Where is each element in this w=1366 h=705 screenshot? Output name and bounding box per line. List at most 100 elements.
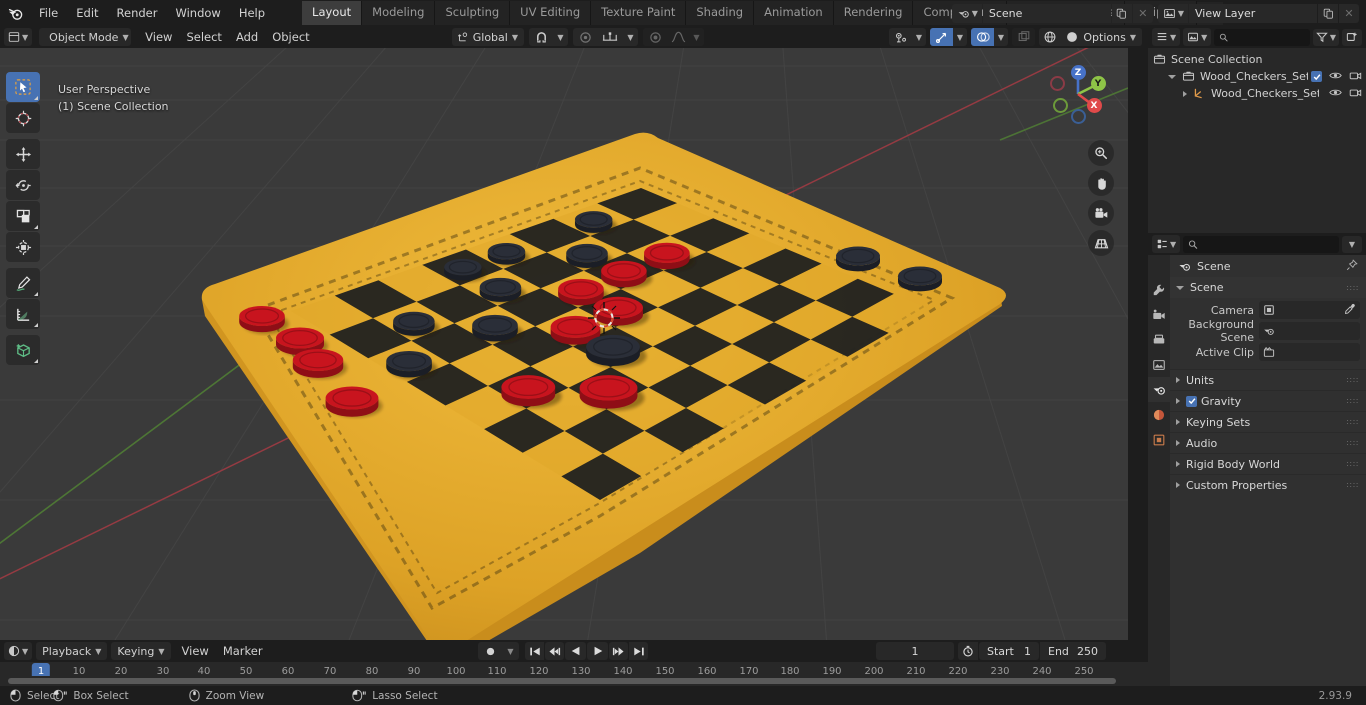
auto-keying-dropdown[interactable]: ▼ bbox=[502, 642, 519, 660]
rotate-tool[interactable] bbox=[6, 170, 40, 200]
gravity-checkbox[interactable] bbox=[1186, 395, 1197, 407]
3d-viewport[interactable]: User Perspective (1) Scene Collection Z … bbox=[0, 48, 1128, 640]
editor-type-button[interactable]: ▼ bbox=[4, 28, 33, 46]
eye-icon[interactable] bbox=[1329, 70, 1342, 84]
menu-edit[interactable]: Edit bbox=[67, 4, 107, 23]
outliner-search-input[interactable] bbox=[1214, 28, 1310, 46]
menu-render[interactable]: Render bbox=[108, 4, 167, 23]
object-tab[interactable] bbox=[1148, 427, 1170, 452]
zoom-icon[interactable] bbox=[1088, 140, 1114, 166]
snap-target-dropdown[interactable]: ▼ bbox=[623, 28, 638, 46]
object-type-visibility-button[interactable] bbox=[889, 28, 912, 46]
property-field-background-scene[interactable] bbox=[1259, 322, 1360, 340]
workspace-tab-rendering[interactable]: Rendering bbox=[833, 1, 914, 25]
viewport-menu-view[interactable]: View bbox=[138, 28, 179, 46]
outliner-editor-type-button[interactable]: ▼ bbox=[1152, 28, 1181, 46]
camera-icon[interactable] bbox=[1349, 70, 1362, 84]
view-layer-tab[interactable] bbox=[1148, 352, 1170, 377]
properties-search-input[interactable] bbox=[1183, 235, 1339, 253]
move-tool[interactable] bbox=[6, 139, 40, 169]
properties-options-dropdown[interactable]: ▼ bbox=[1342, 235, 1362, 253]
playback-dropdown[interactable]: Playback ▼ bbox=[36, 642, 108, 660]
scene-new-button[interactable] bbox=[1111, 3, 1132, 23]
viewport-menu-select[interactable]: Select bbox=[179, 28, 228, 46]
chevron-right-icon[interactable] bbox=[1176, 482, 1180, 488]
render-tab[interactable] bbox=[1148, 302, 1170, 327]
scene-unlink-button[interactable]: ✕ bbox=[1132, 3, 1153, 23]
jump-to-next-keyframe-button[interactable] bbox=[609, 642, 628, 660]
properties-search-field[interactable] bbox=[1202, 238, 1334, 250]
chevron-right-icon[interactable] bbox=[1176, 398, 1180, 404]
menu-file[interactable]: File bbox=[30, 4, 67, 23]
tweak-tool[interactable] bbox=[6, 72, 40, 102]
outliner-display-mode-button[interactable]: ▼ bbox=[1183, 28, 1212, 46]
outliner-row[interactable]: Wood_Checkers_Set_Game_F bbox=[1148, 68, 1366, 85]
timeline-menu-marker[interactable]: Marker bbox=[216, 642, 270, 660]
chevron-right-icon[interactable] bbox=[1176, 461, 1180, 467]
view-layer-unlink-button[interactable]: ✕ bbox=[1339, 3, 1359, 23]
scene-name-field[interactable]: Scene bbox=[982, 3, 1111, 23]
world-tab[interactable] bbox=[1148, 402, 1170, 427]
pin-icon[interactable] bbox=[1346, 258, 1358, 274]
frame-end-field[interactable]: End 250 bbox=[1040, 642, 1106, 660]
outliner-search-field[interactable] bbox=[1232, 31, 1305, 43]
panel-audio[interactable]: Audio:::: bbox=[1170, 432, 1366, 453]
navigation-gizmo[interactable]: Z Y X bbox=[1042, 58, 1114, 130]
workspace-tab-animation[interactable]: Animation bbox=[754, 1, 834, 25]
use-preview-range-button[interactable] bbox=[958, 642, 978, 660]
proportional-falloff-toggle[interactable] bbox=[643, 28, 667, 46]
chevron-right-icon[interactable] bbox=[1176, 419, 1180, 425]
property-field-camera[interactable] bbox=[1259, 301, 1360, 319]
panel-gravity[interactable]: Gravity:::: bbox=[1170, 390, 1366, 411]
snap-toggle-button[interactable] bbox=[529, 28, 553, 46]
gizmo-axis-neg-x[interactable] bbox=[1050, 76, 1065, 91]
snap-target-icon-wrap[interactable] bbox=[597, 28, 623, 46]
add-cube-tool[interactable] bbox=[6, 335, 40, 365]
timeline-editor-type-button[interactable]: ▼ bbox=[4, 642, 33, 660]
camera-view-icon[interactable] bbox=[1088, 200, 1114, 226]
eye-icon[interactable] bbox=[1329, 87, 1342, 101]
chevron-down-icon[interactable] bbox=[1168, 74, 1176, 79]
snap-dropdown[interactable]: ▼ bbox=[553, 28, 568, 46]
auto-keying-button[interactable] bbox=[478, 642, 502, 660]
frame-start-field[interactable]: Start 1 bbox=[979, 642, 1039, 660]
panel-rigid-body-world[interactable]: Rigid Body World:::: bbox=[1170, 453, 1366, 474]
visibility-dropdown[interactable]: ▼ bbox=[912, 28, 926, 46]
annotate-tool[interactable] bbox=[6, 268, 40, 298]
scene-panel-header[interactable]: Scene :::: bbox=[1170, 277, 1366, 298]
gizmo-axis-neg-z[interactable] bbox=[1071, 109, 1086, 124]
view-layer-new-button[interactable] bbox=[1318, 3, 1338, 23]
checkers-board-model[interactable] bbox=[0, 48, 1128, 640]
toggle-ortho-icon[interactable] bbox=[1088, 230, 1114, 256]
outliner-row[interactable]: Wood_Checkers_Set_Gar bbox=[1148, 85, 1366, 102]
property-field-active-clip[interactable] bbox=[1259, 343, 1360, 361]
view-layer-browse-button[interactable]: ▼ bbox=[1157, 3, 1188, 23]
scene-selector[interactable]: ▼ Scene ✕ bbox=[951, 3, 1153, 23]
cursor-tool[interactable] bbox=[6, 103, 40, 133]
blender-logo-icon[interactable] bbox=[0, 0, 30, 26]
workspace-tab-sculpting[interactable]: Sculpting bbox=[435, 1, 511, 25]
gizmo-axis-x[interactable]: X bbox=[1086, 98, 1102, 113]
menu-help[interactable]: Help bbox=[230, 4, 274, 23]
play-button[interactable] bbox=[587, 642, 608, 660]
gizmo-axis-neg-y[interactable] bbox=[1053, 98, 1068, 113]
eyedropper-icon[interactable] bbox=[1344, 303, 1356, 318]
output-tab[interactable] bbox=[1148, 327, 1170, 352]
chevron-right-icon[interactable] bbox=[1176, 440, 1180, 446]
panel-keying-sets[interactable]: Keying Sets:::: bbox=[1170, 411, 1366, 432]
scene-browse-button[interactable]: ▼ bbox=[951, 3, 982, 23]
panel-units[interactable]: Units:::: bbox=[1170, 369, 1366, 390]
keying-dropdown[interactable]: Keying ▼ bbox=[111, 642, 171, 660]
gizmo-dropdown[interactable]: ▼ bbox=[953, 28, 967, 46]
show-overlays-button[interactable] bbox=[971, 28, 994, 46]
menu-window[interactable]: Window bbox=[166, 4, 229, 23]
toggle-xray-button[interactable] bbox=[1012, 28, 1035, 46]
viewport-menu-add[interactable]: Add bbox=[229, 28, 265, 46]
scale-tool[interactable] bbox=[6, 201, 40, 231]
interaction-mode-dropdown[interactable]: Object Mode ▼ bbox=[39, 28, 132, 46]
outliner-row[interactable]: Scene Collection bbox=[1148, 51, 1366, 68]
falloff-curve-icon-wrap[interactable] bbox=[667, 28, 689, 46]
proportional-edit-toggle[interactable] bbox=[573, 28, 597, 46]
workspace-tab-shading[interactable]: Shading bbox=[686, 1, 755, 25]
viewport-menu-object[interactable]: Object bbox=[265, 28, 316, 46]
